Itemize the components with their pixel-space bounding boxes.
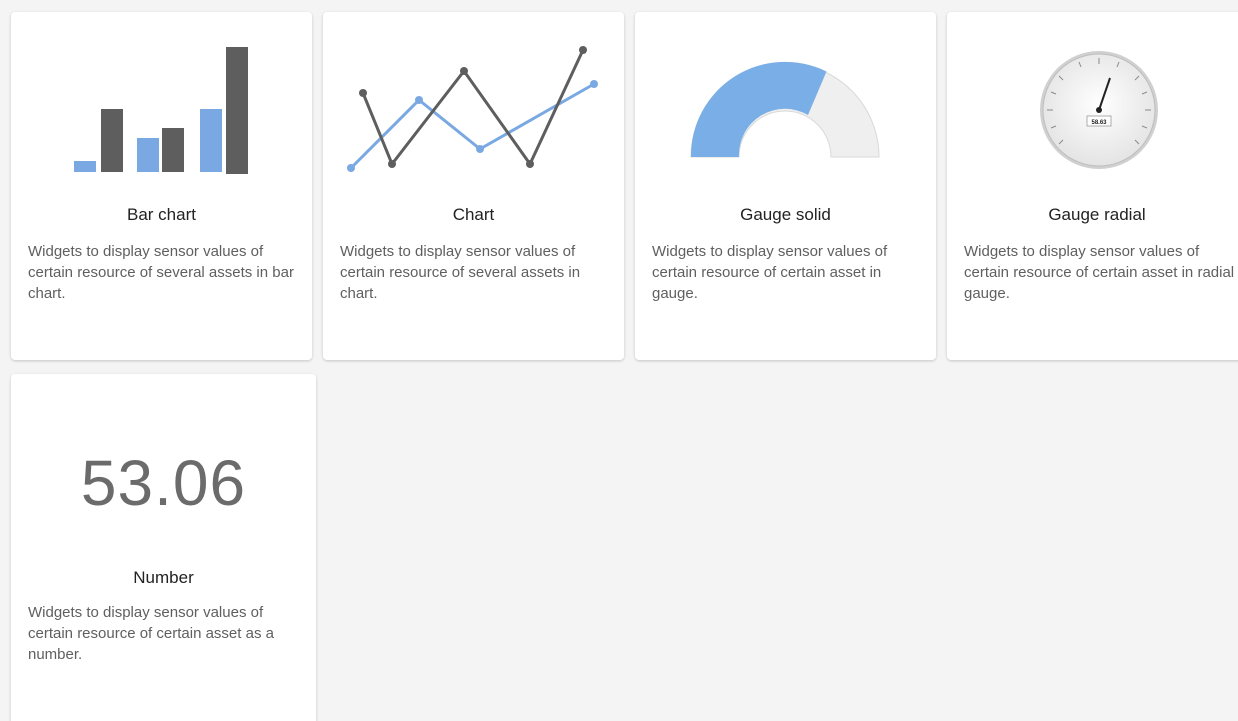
widget-title: Gauge radial xyxy=(1048,205,1146,224)
radial-gauge-preview-icon: 58.63 xyxy=(947,12,1238,202)
widget-description: Widgets to display sensor values of cert… xyxy=(964,243,1235,302)
widget-description: Widgets to display sensor values of cert… xyxy=(28,243,294,302)
widget-title: Gauge solid xyxy=(740,205,831,224)
widget-card-gauge-solid[interactable]: Gauge solid Widgets to display sensor va… xyxy=(635,12,936,360)
widget-card-bar-chart[interactable]: Bar chart Widgets to display sensor valu… xyxy=(11,12,312,360)
widget-card-chart[interactable]: Chart Widgets to display sensor values o… xyxy=(323,12,624,360)
widget-description: Widgets to display sensor values of cert… xyxy=(340,243,581,302)
gauge-readout: 58.63 xyxy=(1091,120,1107,126)
widget-title: Chart xyxy=(452,205,495,224)
line-chart-preview-icon xyxy=(323,12,624,202)
widget-card-number[interactable]: 53.06 Number Widgets to display sensor v… xyxy=(11,374,316,721)
widget-description: Widgets to display sensor values of cert… xyxy=(652,243,888,302)
widget-title: Number xyxy=(133,568,194,587)
widget-title: Bar chart xyxy=(127,205,196,224)
number-value: 53.06 xyxy=(80,447,247,519)
number-preview-icon: 53.06 xyxy=(11,374,316,564)
bar-chart-preview-icon xyxy=(11,12,312,202)
solid-gauge-preview-icon xyxy=(635,12,936,202)
widget-description: Widgets to display sensor values of cert… xyxy=(28,604,274,663)
widget-gallery: Bar chart Widgets to display sensor valu… xyxy=(0,0,1238,721)
widget-card-gauge-radial[interactable]: 58.63 Gauge radial Widgets to display se… xyxy=(947,12,1238,360)
